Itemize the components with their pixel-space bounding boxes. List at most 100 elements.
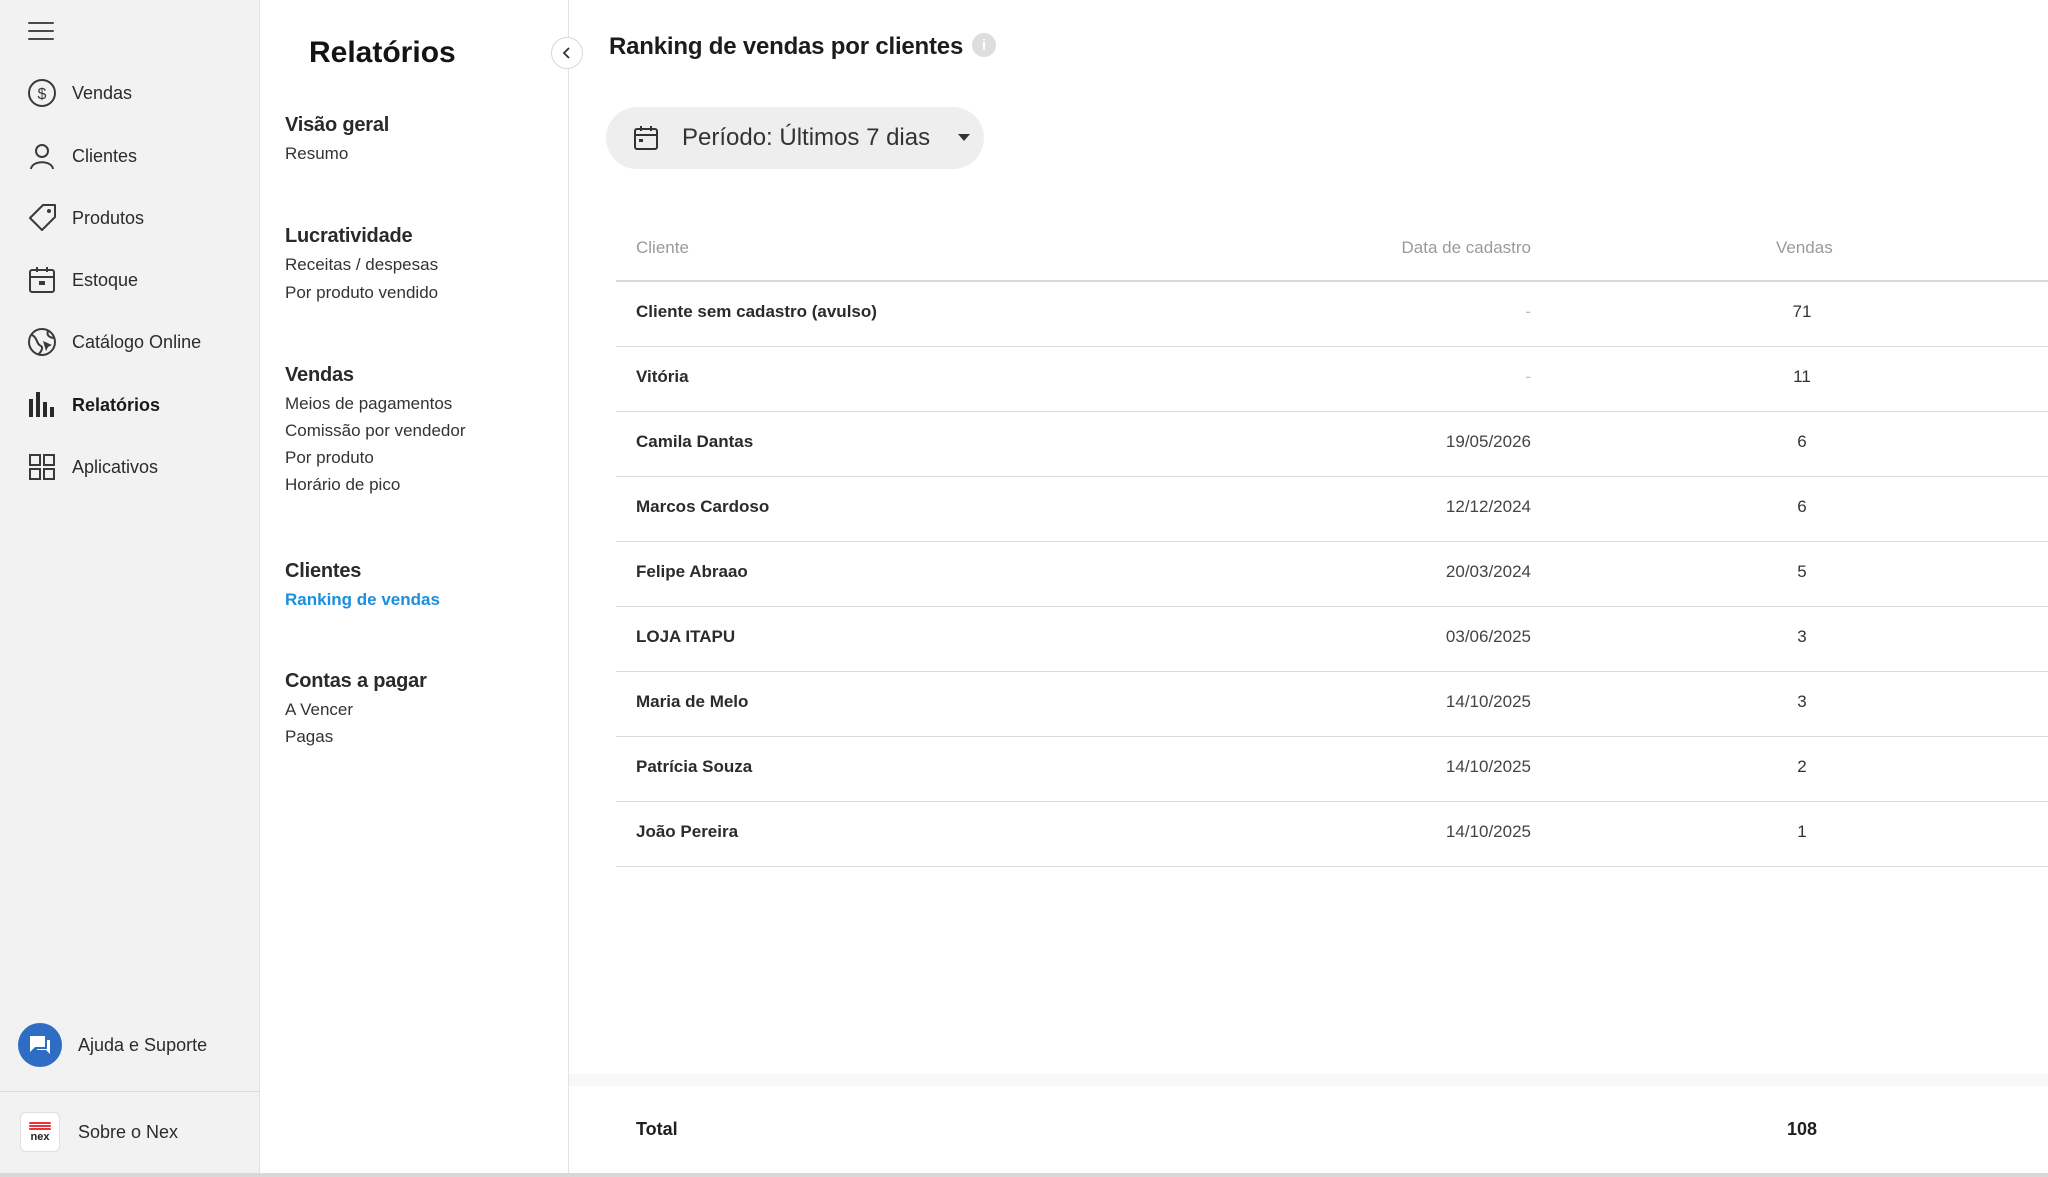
cell-date: 20/03/2024	[1445, 562, 1531, 581]
reports-submenu: Relatórios Visão geral Resumo Lucrativid…	[260, 0, 569, 1173]
window-bottom-border	[0, 1173, 2048, 1177]
table-row[interactable]: Camila Dantas 19/05/2026 6	[616, 412, 2048, 477]
sidebar-item-relatorios[interactable]: Relatórios	[0, 379, 259, 431]
footer-separator	[569, 1074, 2048, 1086]
submenu-link-a-vencer[interactable]: A Vencer	[285, 699, 427, 720]
group-heading: Contas a pagar	[285, 670, 427, 692]
table-row[interactable]: Cliente sem cadastro (avulso) - 71	[616, 282, 2048, 347]
submenu-link-pagas[interactable]: Pagas	[285, 726, 427, 747]
table-row[interactable]: Felipe Abraao 20/03/2024 5	[616, 542, 2048, 607]
bar-chart-icon	[26, 389, 58, 421]
cell-date: 19/05/2026	[1445, 432, 1531, 451]
cell-client: Maria de Melo	[636, 692, 749, 711]
chat-bubble-icon	[18, 1023, 62, 1067]
app-window: $ Vendas Clientes Produtos Estoque Catál…	[0, 0, 2048, 1177]
period-filter-label: Período: Últimos 7 dias	[682, 124, 931, 151]
sidebar-item-aplicativos[interactable]: Aplicativos	[0, 441, 259, 493]
total-value: 108	[1786, 1119, 1818, 1139]
sidebar-item-label: Relatórios	[72, 394, 161, 415]
cell-sales: 5	[1797, 562, 1807, 581]
period-filter-dropdown[interactable]: Período: Últimos 7 dias	[606, 107, 984, 169]
cell-client: Patrícia Souza	[636, 757, 753, 776]
group-clientes: Clientes Ranking de vendas	[285, 560, 440, 610]
submenu-link-meios-de-pagamentos[interactable]: Meios de pagamentos	[285, 393, 465, 414]
group-lucratividade: Lucratividade Receitas / despesas Por pr…	[285, 225, 438, 303]
submenu-link-resumo[interactable]: Resumo	[285, 143, 389, 164]
svg-text:$: $	[38, 86, 47, 103]
cell-client: Vitória	[636, 367, 689, 386]
total-label: Total	[636, 1119, 678, 1139]
help-support-button[interactable]: Ajuda e Suporte	[0, 1019, 259, 1073]
cell-sales: 3	[1797, 692, 1807, 711]
cell-date: 14/10/2025	[1445, 822, 1531, 841]
table-row[interactable]: Marcos Cardoso 12/12/2024 6	[616, 477, 2048, 542]
person-icon	[26, 140, 58, 172]
table-row[interactable]: Patrícia Souza 14/10/2025 2	[616, 737, 2048, 802]
hamburger-menu-icon[interactable]	[28, 22, 54, 42]
group-heading: Visão geral	[285, 114, 390, 136]
cell-sales: 2	[1797, 757, 1807, 776]
tag-icon	[26, 202, 58, 234]
chevron-left-icon	[562, 47, 570, 59]
cell-client: Camila Dantas	[636, 432, 754, 451]
submenu-link-por-produto[interactable]: Por produto	[285, 447, 465, 468]
table-row[interactable]: LOJA ITAPU 03/06/2025 3	[616, 607, 2048, 672]
group-vendas: Vendas Meios de pagamentos Comissão por …	[285, 364, 465, 495]
sidebar-item-label: Catálogo Online	[72, 331, 202, 352]
submenu-title: Relatórios	[309, 36, 456, 69]
cell-sales: 3	[1797, 627, 1807, 646]
group-heading: Clientes	[285, 560, 362, 582]
sidebar-divider	[0, 1091, 259, 1092]
page-title: Ranking de vendas por clientes	[609, 33, 964, 60]
sidebar-item-catalogo-online[interactable]: Catálogo Online	[0, 316, 259, 368]
group-contas-a-pagar: Contas a pagar A Vencer Pagas	[285, 670, 427, 747]
inventory-box-icon	[26, 264, 58, 296]
submenu-link-comissao-por-vendedor[interactable]: Comissão por vendedor	[285, 420, 465, 441]
main-sidebar: $ Vendas Clientes Produtos Estoque Catál…	[0, 0, 260, 1173]
group-heading: Lucratividade	[285, 225, 413, 247]
about-nex-label: Sobre o Nex	[78, 1122, 179, 1142]
caret-down-icon	[958, 134, 970, 141]
cell-date: 03/06/2025	[1445, 627, 1531, 646]
sidebar-item-produtos[interactable]: Produtos	[0, 192, 259, 244]
info-icon[interactable]: i	[972, 33, 996, 57]
column-header-vendas[interactable]: Vendas	[1776, 238, 1833, 258]
nex-logo: nex	[20, 1112, 60, 1152]
cell-date: 14/10/2025	[1445, 692, 1531, 711]
about-nex-button[interactable]: nex Sobre o Nex	[0, 1108, 259, 1156]
nex-logo-text: nex	[30, 1130, 50, 1143]
sidebar-item-label: Clientes	[72, 145, 138, 166]
dollar-circle-icon: $	[26, 77, 58, 109]
submenu-link-receitas-despesas[interactable]: Receitas / despesas	[285, 254, 438, 275]
collapse-submenu-button[interactable]	[551, 37, 583, 69]
cell-date: 14/10/2025	[1445, 757, 1531, 776]
cell-client: Cliente sem cadastro (avulso)	[636, 302, 877, 321]
column-header-data-cadastro[interactable]: Data de cadastro	[1402, 238, 1531, 258]
sidebar-item-clientes[interactable]: Clientes	[0, 130, 259, 182]
cell-sales: 1	[1797, 822, 1807, 841]
submenu-link-por-produto-vendido[interactable]: Por produto vendido	[285, 282, 438, 303]
cell-date: -	[1525, 367, 1531, 386]
cell-sales: 11	[1793, 367, 1811, 386]
cell-sales: 6	[1797, 432, 1807, 451]
cell-client: Felipe Abraao	[636, 562, 748, 581]
table-row[interactable]: João Pereira 14/10/2025 1	[616, 802, 2048, 867]
help-support-label: Ajuda e Suporte	[78, 1035, 208, 1055]
sidebar-item-label: Vendas	[72, 82, 133, 103]
sidebar-item-vendas[interactable]: $ Vendas	[0, 67, 259, 119]
submenu-link-ranking-de-vendas[interactable]: Ranking de vendas	[285, 589, 440, 610]
group-visao-geral: Visão geral Resumo	[285, 114, 389, 164]
catalog-globe-icon	[26, 326, 58, 358]
cell-sales: 6	[1797, 497, 1807, 516]
sidebar-item-label: Produtos	[72, 207, 145, 228]
table-row[interactable]: Vitória - 11	[616, 347, 2048, 412]
submenu-link-horario-de-pico[interactable]: Horário de pico	[285, 474, 465, 495]
calendar-icon	[632, 124, 660, 152]
main-content: Ranking de vendas por clientes i Período…	[569, 0, 2048, 1173]
sidebar-item-estoque[interactable]: Estoque	[0, 254, 259, 306]
table-row[interactable]: Maria de Melo 14/10/2025 3	[616, 672, 2048, 737]
column-header-cliente[interactable]: Cliente	[636, 238, 689, 258]
ranking-table: Cliente Data de cadastro Vendas Cliente …	[616, 226, 2048, 867]
table-header: Cliente Data de cadastro Vendas	[616, 226, 2048, 282]
apps-grid-icon	[26, 451, 58, 483]
